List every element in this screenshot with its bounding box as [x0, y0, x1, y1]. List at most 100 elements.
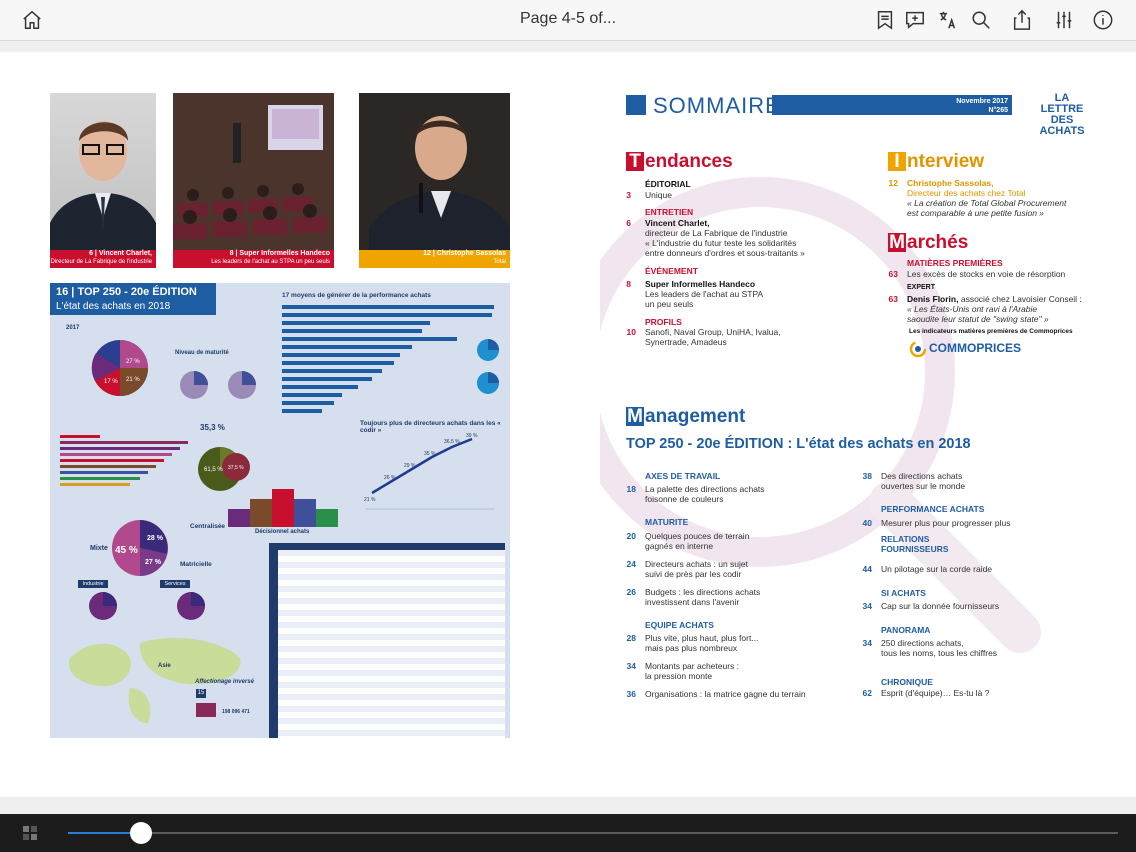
scrubber-thumb[interactable] [130, 822, 152, 844]
toc-entry[interactable]: Les excès de stocks en voie de résorptio… [907, 269, 1065, 279]
toc-entry[interactable]: Montants par acheteurs : la pression mont… [645, 661, 739, 681]
toc-entry[interactable]: Cap sur la donnée fournisseurs [881, 601, 999, 611]
toc-entry[interactable]: Quelques pouces de terrain gagnés en inte… [645, 531, 749, 551]
search-icon[interactable] [967, 6, 995, 34]
category-label: PERFORMANCE ACHATS [881, 504, 985, 514]
photo-super-informelles[interactable]: 8 | Super Informelles Handeco Les leader… [173, 93, 334, 268]
small-donuts [477, 339, 499, 394]
scrubber-track[interactable] [68, 832, 1118, 834]
page-number: 34 [862, 638, 872, 648]
page-number: 44 [862, 564, 872, 574]
badge-15: 15 [196, 689, 206, 698]
sommaire-title: SOMMAIRE [653, 93, 781, 118]
infographic-header: 16 | TOP 250 - 20e ÉDITION L'état des ac… [50, 283, 216, 315]
photo-vincent-charlet[interactable]: 6 | Vincent Charlet, Directeur de La Fab… [50, 93, 156, 268]
matieres-premieres-label: MATIÈRES PREMIÈRES [907, 258, 1003, 268]
toc-entry[interactable]: Plus vite, plus haut, plus fort... mais p… [645, 633, 758, 653]
codir-line-chart: 21 % 26 % 29 % 35 % 36,5 % 39 % [364, 433, 495, 510]
page-number: 28 [626, 633, 636, 643]
toc-entry[interactable]: La palette des directions achats foisonne… [645, 484, 765, 504]
page-number: 36 [626, 689, 636, 699]
settings-sliders-icon[interactable] [1050, 6, 1078, 34]
photo-caption: 6 | Vincent Charlet, Directeur de La Fab… [50, 250, 156, 268]
organisation-pie: 45 % 28 % 27 % [112, 520, 168, 576]
translate-icon[interactable] [934, 6, 962, 34]
page-number: 40 [862, 518, 872, 528]
photo-christophe-sassolas[interactable]: 12 | Christophe Sassolas Total [359, 93, 510, 268]
toc-entry[interactable]: Vincent Charlet, directeur de La Fabriqu… [645, 218, 805, 258]
svg-text:37,5 %: 37,5 % [228, 465, 244, 471]
toc-entry[interactable]: Super Informelles Handeco Les leaders de… [645, 279, 763, 309]
category-label: MATURITE [645, 517, 689, 527]
sommaire-header: SOMMAIRE Novembre 2017 N°265 LA LETTRE D… [626, 93, 1092, 137]
commoprices-icon [909, 340, 927, 358]
share-icon[interactable] [1008, 6, 1036, 34]
bars-title: 17 moyens de générer de la performance a… [282, 292, 431, 299]
ranking-table[interactable] [269, 543, 505, 738]
category-label: AXES DE TRAVAIL [645, 471, 721, 481]
page-number: 8 [626, 279, 631, 289]
toc-entry[interactable]: Organisations : la matrice gagne du terr… [645, 689, 806, 699]
toc-entry[interactable]: Budgets : les directions achats investiss… [645, 587, 760, 607]
svg-text:29 %: 29 % [404, 463, 416, 469]
svg-text:61,5 %: 61,5 % [204, 467, 223, 473]
pie-chart-2017: 27 % 21 % 17 % [91, 340, 148, 397]
profils-label: PROFILS [645, 317, 682, 327]
entretien-label: ENTRETIEN [645, 207, 694, 217]
toc-entry[interactable]: Un pilotage sur la corde raide [881, 564, 992, 574]
toc-entry[interactable]: Esprit (d'équipe)… Es-tu là ? [881, 688, 989, 698]
add-note-icon[interactable] [901, 6, 929, 34]
toc-entry[interactable]: Des directions achats ouvertes sur le mon… [881, 471, 965, 491]
svg-text:35 %: 35 % [424, 451, 436, 457]
centralisee-label: Centralisée [190, 523, 226, 530]
bookmarks-icon[interactable] [871, 6, 899, 34]
page-number: 34 [626, 661, 636, 671]
matricielle-label: Matricielle [180, 561, 212, 568]
page-number: 34 [862, 601, 872, 611]
page-number: 10 [626, 327, 636, 337]
issue-banner: Novembre 2017 N°265 [772, 95, 1012, 115]
services-tag: Services [160, 580, 190, 588]
brand-logo: LA LETTRE DES ACHATS [1039, 92, 1085, 137]
top250-title: TOP 250 - 20e ÉDITION : L'état des achat… [626, 436, 971, 452]
category-label: CHRONIQUE [881, 677, 933, 687]
conference-room-illustration [173, 93, 334, 268]
category-label: RELATIONS FOURNISSEURS [881, 534, 949, 554]
indicators-label: Les indicateurs matières premières de Co… [909, 328, 1073, 335]
section-marches: Marchés [888, 232, 969, 253]
page-number: 6 [626, 218, 631, 228]
asie-label: Asie [158, 663, 171, 669]
page-number: 18 [626, 484, 636, 494]
top250-infographic[interactable]: 16 | TOP 250 - 20e ÉDITION L'état des ac… [50, 283, 510, 738]
category-label: EQUIPE ACHATS [645, 620, 714, 630]
toc-entry[interactable]: Christophe Sassolas, Directeur des achat… [907, 178, 1066, 218]
toc-entry[interactable]: Mesurer plus pour progresser plus [881, 518, 1010, 528]
section-tendances: Tendances [626, 151, 733, 173]
svg-text:45 %: 45 % [115, 545, 138, 556]
evenement-label: ÉVÉNEMENT [645, 266, 698, 276]
toc-entry[interactable]: 250 directions achats, tous les noms, tou… [881, 638, 997, 658]
svg-text:36,5 %: 36,5 % [444, 439, 460, 445]
svg-text:26 %: 26 % [384, 475, 396, 481]
page-number: 63 [888, 294, 898, 304]
toc-entry[interactable]: Denis Florin, associé chez Lavoisier Con… [907, 294, 1082, 324]
purple-box [196, 703, 216, 717]
svg-text:21 %: 21 % [126, 377, 140, 383]
category-label: SI ACHATS [881, 588, 926, 598]
section-management: Management [626, 406, 746, 427]
toc-entry[interactable]: Directeurs achats : un sujet suivi de prè… [645, 559, 748, 579]
grid-thumbnails-icon[interactable] [22, 825, 38, 841]
affectation-label: Affectionage inversé [195, 679, 254, 685]
page-number: 12 [888, 178, 898, 188]
maturity-percent: 35,3 % [200, 423, 225, 432]
year-label: 2017 [66, 325, 80, 331]
info-icon[interactable] [1089, 6, 1117, 34]
photo-caption: 8 | Super Informelles Handeco Les leader… [173, 250, 334, 268]
toc-entry[interactable]: Unique [645, 190, 672, 200]
toc-entry[interactable]: Sanofi, Naval Group, UniHA, Ivalua, Syne… [645, 327, 781, 347]
portrait-illustration [50, 121, 156, 268]
page-scrubber-bar [0, 814, 1136, 852]
expert-label: EXPERT [907, 284, 936, 291]
industrie-pie [89, 592, 117, 620]
industrie-tag: Industrie [78, 580, 108, 588]
